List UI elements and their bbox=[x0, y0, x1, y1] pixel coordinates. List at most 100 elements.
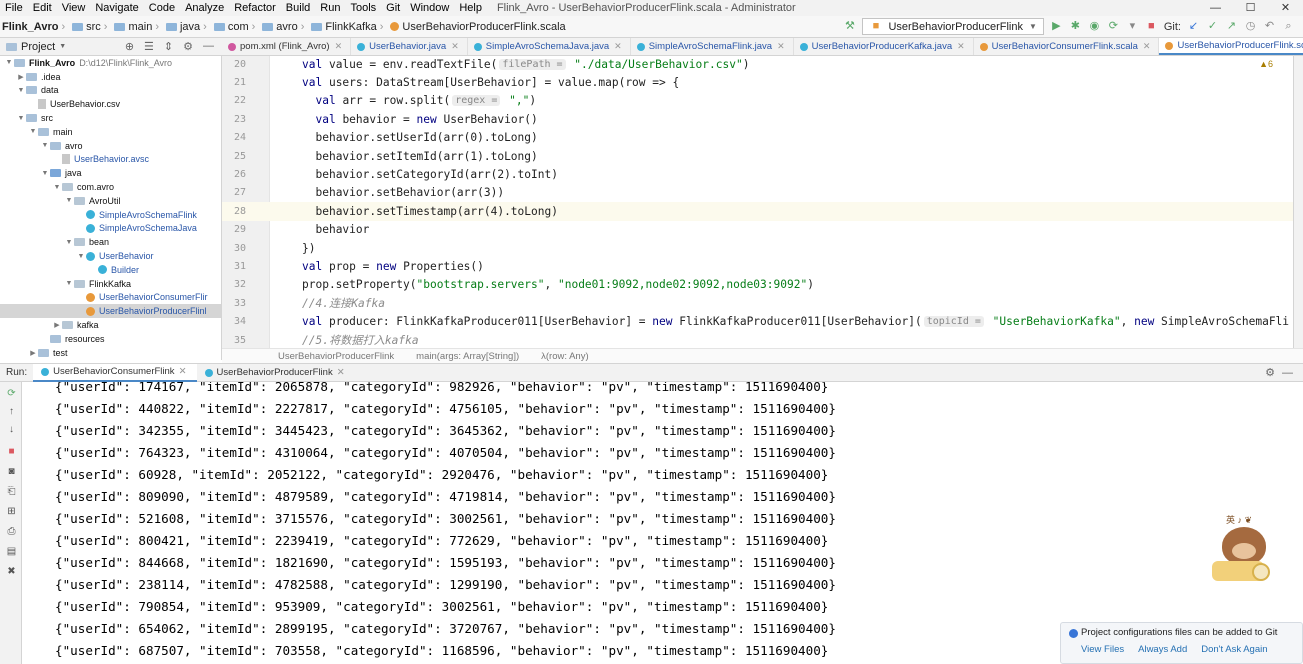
tree-item[interactable]: ▼ avro bbox=[0, 139, 221, 153]
chevron-down-icon[interactable]: ▼ bbox=[4, 59, 14, 66]
tree-item[interactable]: ▼ UserBehavior bbox=[0, 249, 221, 263]
tree-item[interactable]: ▼ java bbox=[0, 166, 221, 180]
chevron-right-icon[interactable]: ▶ bbox=[28, 349, 38, 357]
chevron-down-icon[interactable]: ▼ bbox=[59, 43, 66, 50]
tree-item[interactable]: ▶ .idea bbox=[0, 70, 221, 84]
arrow-down-icon[interactable]: ↓ bbox=[6, 424, 17, 435]
tree-item[interactable]: UserBehavior.csv bbox=[0, 97, 221, 111]
hide-icon[interactable]: — bbox=[1282, 367, 1293, 379]
hammer-icon[interactable]: ⚒ bbox=[843, 20, 856, 33]
editor-tab[interactable]: UserBehaviorConsumerFlink.scala ✕ bbox=[974, 38, 1160, 55]
tree-item[interactable]: UserBehaviorConsumerFlir bbox=[0, 291, 221, 305]
breadcrumb-item[interactable]: UserBehaviorProducerFlink.scala bbox=[388, 21, 567, 33]
menu-item-refactor[interactable]: Refactor bbox=[229, 0, 281, 16]
restore-layout-icon[interactable]: ⎗ bbox=[6, 486, 17, 497]
chevron-down-icon[interactable]: ▼ bbox=[64, 280, 74, 287]
hide-icon[interactable]: — bbox=[203, 40, 214, 53]
tree-item[interactable]: ▼ src bbox=[0, 111, 221, 125]
tree-item[interactable]: Builder bbox=[0, 263, 221, 277]
chevron-down-icon[interactable]: ▼ bbox=[64, 197, 74, 204]
print-icon[interactable]: ⎙ bbox=[6, 526, 17, 537]
stop-icon[interactable]: ■ bbox=[1145, 20, 1158, 33]
breadcrumb-item[interactable]: com › bbox=[212, 21, 260, 33]
menu-item-build[interactable]: Build bbox=[281, 0, 315, 16]
menu-item-run[interactable]: Run bbox=[315, 0, 345, 16]
editor-breadcrumb-item[interactable]: main(args: Array[String]) bbox=[416, 351, 519, 362]
gear-icon[interactable]: ⚙ bbox=[1265, 366, 1275, 379]
debug-icon[interactable]: ✱ bbox=[1069, 20, 1082, 33]
camera-icon[interactable]: ◙ bbox=[6, 466, 17, 477]
locate-icon[interactable]: ⊕ bbox=[125, 40, 134, 53]
tree-item[interactable]: UserBehavior.avsc bbox=[0, 153, 221, 167]
tree-item[interactable]: ▼ main bbox=[0, 125, 221, 139]
close-icon[interactable]: ✕ bbox=[614, 41, 622, 52]
menu-item-git[interactable]: Git bbox=[381, 0, 405, 16]
menu-item-file[interactable]: File bbox=[0, 0, 28, 16]
run-icon[interactable]: ▶ bbox=[1050, 20, 1063, 33]
menu-item-analyze[interactable]: Analyze bbox=[180, 0, 229, 16]
notification-link[interactable]: Don't Ask Again bbox=[1201, 644, 1267, 655]
close-icon[interactable]: ✕ bbox=[1268, 0, 1303, 16]
more-run-icon[interactable]: ▾ bbox=[1126, 20, 1139, 33]
mascot-widget[interactable]: 英 ♪ ❦ bbox=[1212, 513, 1272, 583]
trash-icon[interactable]: ✖ bbox=[6, 566, 17, 577]
close-icon[interactable]: ✕ bbox=[451, 41, 459, 52]
chevron-down-icon[interactable]: ▼ bbox=[76, 253, 86, 260]
editor-tab[interactable]: UserBehaviorProducerFlink.scala✕ bbox=[1159, 38, 1303, 55]
notification-link[interactable]: View Files bbox=[1081, 644, 1124, 655]
rerun-icon[interactable]: ⟳ bbox=[6, 388, 17, 399]
git-commit-icon[interactable]: ✓ bbox=[1206, 20, 1219, 33]
collapse-all-icon[interactable]: ☰ bbox=[144, 40, 154, 53]
tree-item[interactable]: ▼ FlinkKafka bbox=[0, 277, 221, 291]
editor-tab[interactable]: SimpleAvroSchemaFlink.java ✕ bbox=[631, 38, 794, 55]
chevron-down-icon[interactable]: ▼ bbox=[40, 142, 50, 149]
breadcrumb-item[interactable]: main › bbox=[112, 21, 164, 33]
history-icon[interactable]: ◷ bbox=[1244, 20, 1257, 33]
tree-item[interactable]: ▼ Flink_Avro D:\d12\Flink\Flink_Avro bbox=[0, 56, 221, 70]
breadcrumb-item[interactable]: java › bbox=[164, 21, 212, 33]
stop-icon[interactable]: ■ bbox=[6, 446, 17, 457]
minimize-icon[interactable]: — bbox=[1198, 0, 1233, 16]
close-icon[interactable]: ✕ bbox=[179, 366, 187, 377]
profile-icon[interactable]: ⟳ bbox=[1107, 20, 1120, 33]
git-push-icon[interactable]: ↗ bbox=[1225, 20, 1238, 33]
close-icon[interactable]: ✕ bbox=[777, 41, 785, 52]
tree-item[interactable]: UserBehaviorProducerFlinl bbox=[0, 304, 221, 319]
tree-item[interactable]: ▼ com.avro bbox=[0, 180, 221, 194]
chevron-down-icon[interactable]: ▼ bbox=[16, 87, 26, 94]
notification-link[interactable]: Always Add bbox=[1138, 644, 1187, 655]
chevron-down-icon[interactable]: ▼ bbox=[64, 239, 74, 246]
editor-breadcrumb-item[interactable]: λ(row: Any) bbox=[541, 351, 589, 362]
chevron-down-icon[interactable]: ▼ bbox=[16, 115, 26, 122]
pin-icon[interactable]: ⊞ bbox=[6, 506, 17, 517]
expand-icon[interactable]: ⇕ bbox=[164, 40, 173, 53]
editor-tab[interactable]: SimpleAvroSchemaJava.java ✕ bbox=[468, 38, 631, 55]
rollback-icon[interactable]: ↶ bbox=[1263, 20, 1276, 33]
menu-item-code[interactable]: Code bbox=[144, 0, 180, 16]
menu-item-help[interactable]: Help bbox=[454, 0, 487, 16]
run-tab[interactable]: UserBehaviorConsumerFlink ✕ bbox=[33, 363, 197, 382]
project-title[interactable]: Project bbox=[21, 41, 55, 53]
chevron-down-icon[interactable]: ▼ bbox=[52, 184, 62, 191]
editor-breadcrumb-item[interactable]: UserBehaviorProducerFlink bbox=[278, 351, 394, 362]
tree-item[interactable]: ▶ kafka bbox=[0, 318, 221, 332]
search-icon[interactable]: ⌕ bbox=[1282, 20, 1295, 33]
menu-item-view[interactable]: View bbox=[57, 0, 91, 16]
editor-tab[interactable]: UserBehavior.java ✕ bbox=[351, 38, 468, 55]
gear-icon[interactable]: ⚙ bbox=[183, 40, 193, 53]
close-icon[interactable]: ✕ bbox=[957, 41, 965, 52]
breadcrumb-item[interactable]: Flink_Avro › bbox=[0, 21, 70, 33]
close-icon[interactable]: ✕ bbox=[335, 41, 343, 52]
chevron-down-icon[interactable]: ▼ bbox=[40, 170, 50, 177]
tree-item[interactable]: SimpleAvroSchemaFlink bbox=[0, 208, 221, 222]
chevron-right-icon[interactable]: ▶ bbox=[16, 73, 26, 81]
wrench-icon[interactable] bbox=[6, 406, 17, 417]
close-icon[interactable]: ✕ bbox=[1143, 41, 1151, 52]
tree-item[interactable]: resources bbox=[0, 332, 221, 346]
menu-item-edit[interactable]: Edit bbox=[28, 0, 57, 16]
run-tab[interactable]: UserBehaviorProducerFlink ✕ bbox=[197, 364, 355, 382]
menu-item-window[interactable]: Window bbox=[405, 0, 454, 16]
tree-item[interactable]: SimpleAvroSchemaJava bbox=[0, 222, 221, 236]
run-config-select[interactable]: ■ UserBehaviorProducerFlink ▼ bbox=[862, 18, 1044, 35]
tree-item[interactable]: ▼ data bbox=[0, 84, 221, 98]
